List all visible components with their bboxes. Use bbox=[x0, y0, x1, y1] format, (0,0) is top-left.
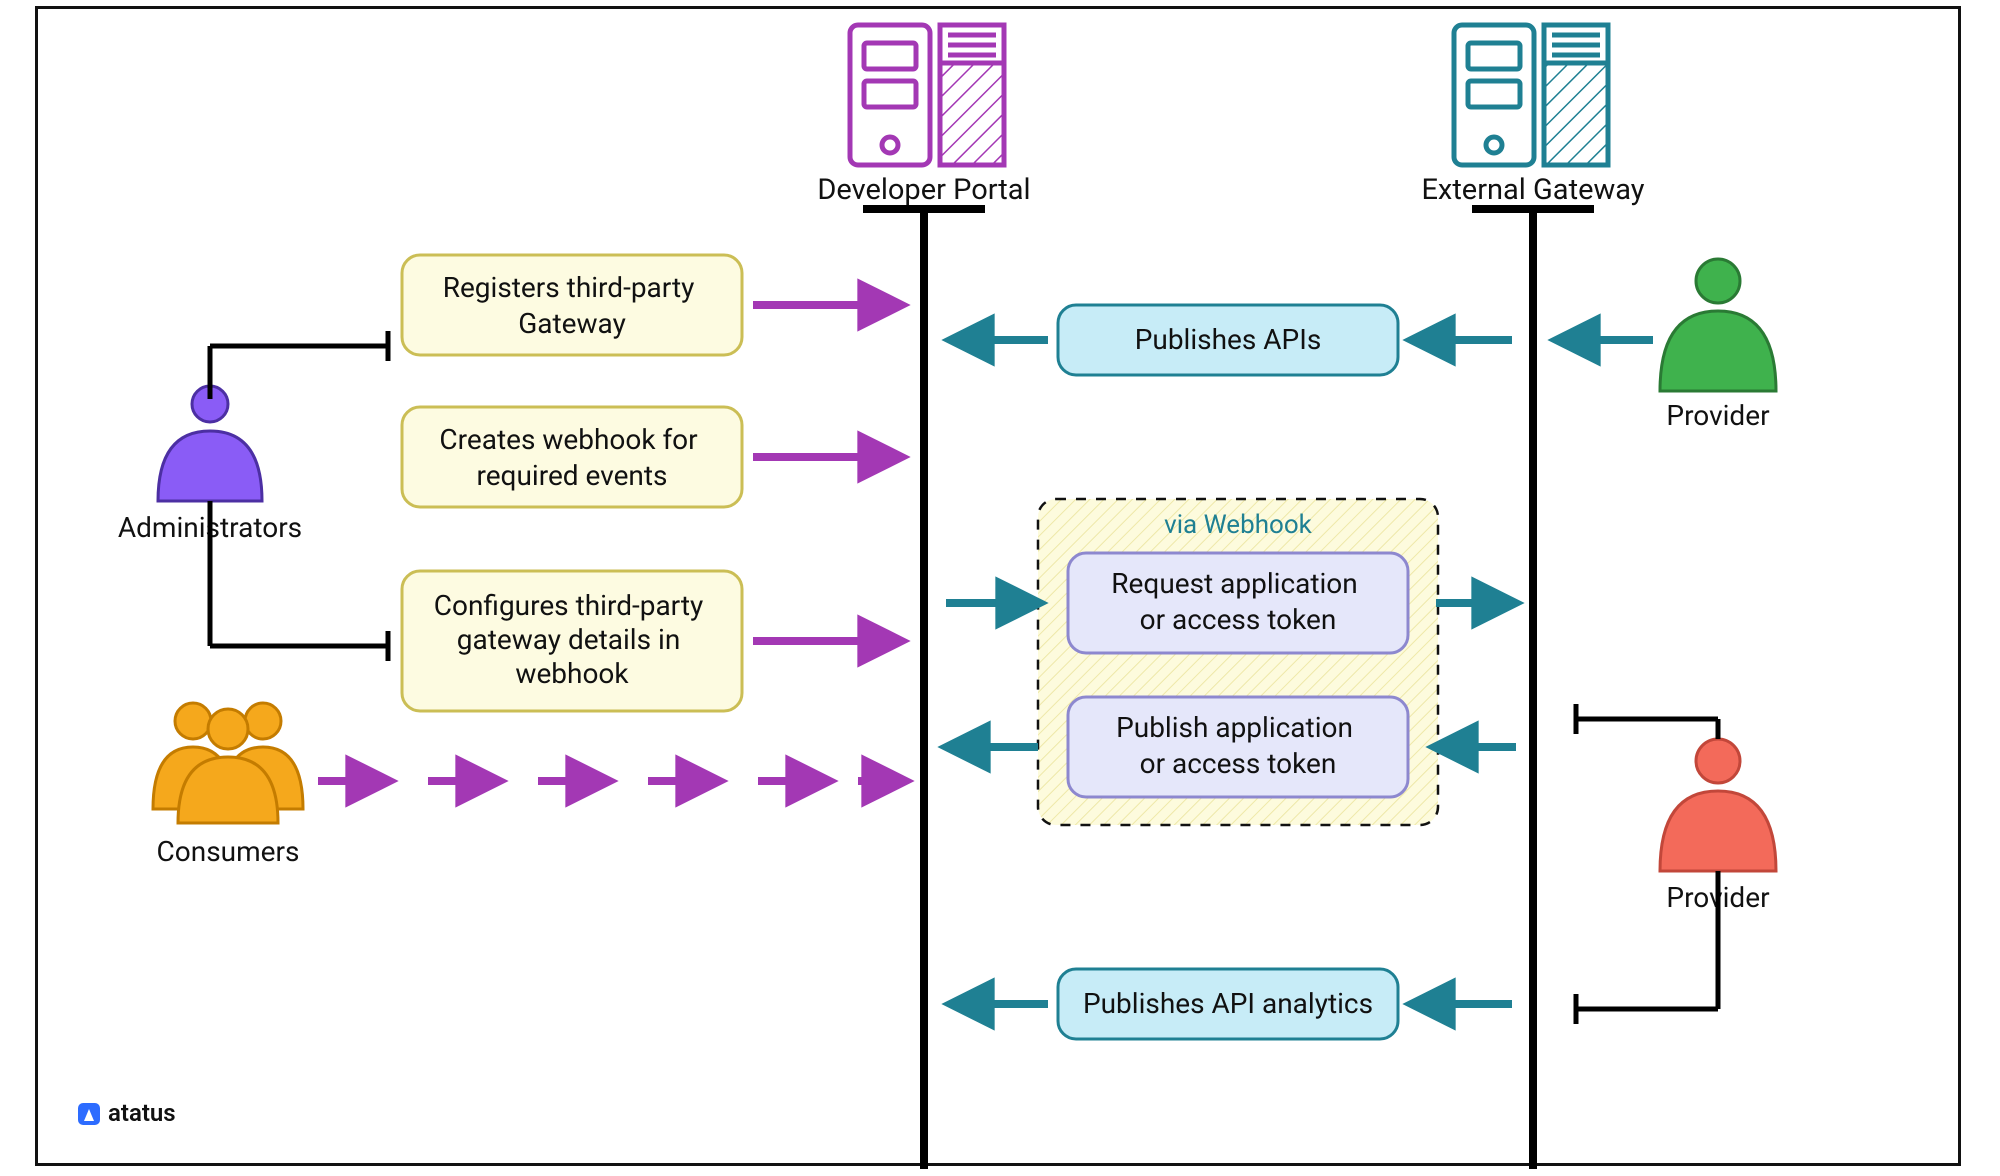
consumers-icon bbox=[153, 703, 303, 823]
step-publish-apis-label: Publishes APIs bbox=[1135, 323, 1322, 356]
external-gateway-icon bbox=[1454, 25, 1608, 165]
provider-top-label: Provider bbox=[1666, 399, 1770, 432]
provider-top-icon bbox=[1660, 259, 1776, 391]
administrator-icon bbox=[158, 386, 262, 501]
step-publish-analytics-label: Publishes API analytics bbox=[1083, 987, 1373, 1020]
consumers-label: Consumers bbox=[157, 835, 300, 868]
developer-portal-label: Developer Portal bbox=[817, 173, 1030, 207]
atatus-label: atatus bbox=[108, 1099, 176, 1127]
step-create-webhook bbox=[402, 407, 742, 507]
via-webhook-label: via Webhook bbox=[1164, 510, 1313, 540]
external-gateway-label: External Gateway bbox=[1421, 173, 1644, 207]
step-register-gateway bbox=[402, 255, 742, 355]
atatus-logo bbox=[78, 1103, 100, 1125]
developer-portal-icon bbox=[850, 25, 1004, 165]
provider-bottom-icon bbox=[1660, 739, 1776, 871]
